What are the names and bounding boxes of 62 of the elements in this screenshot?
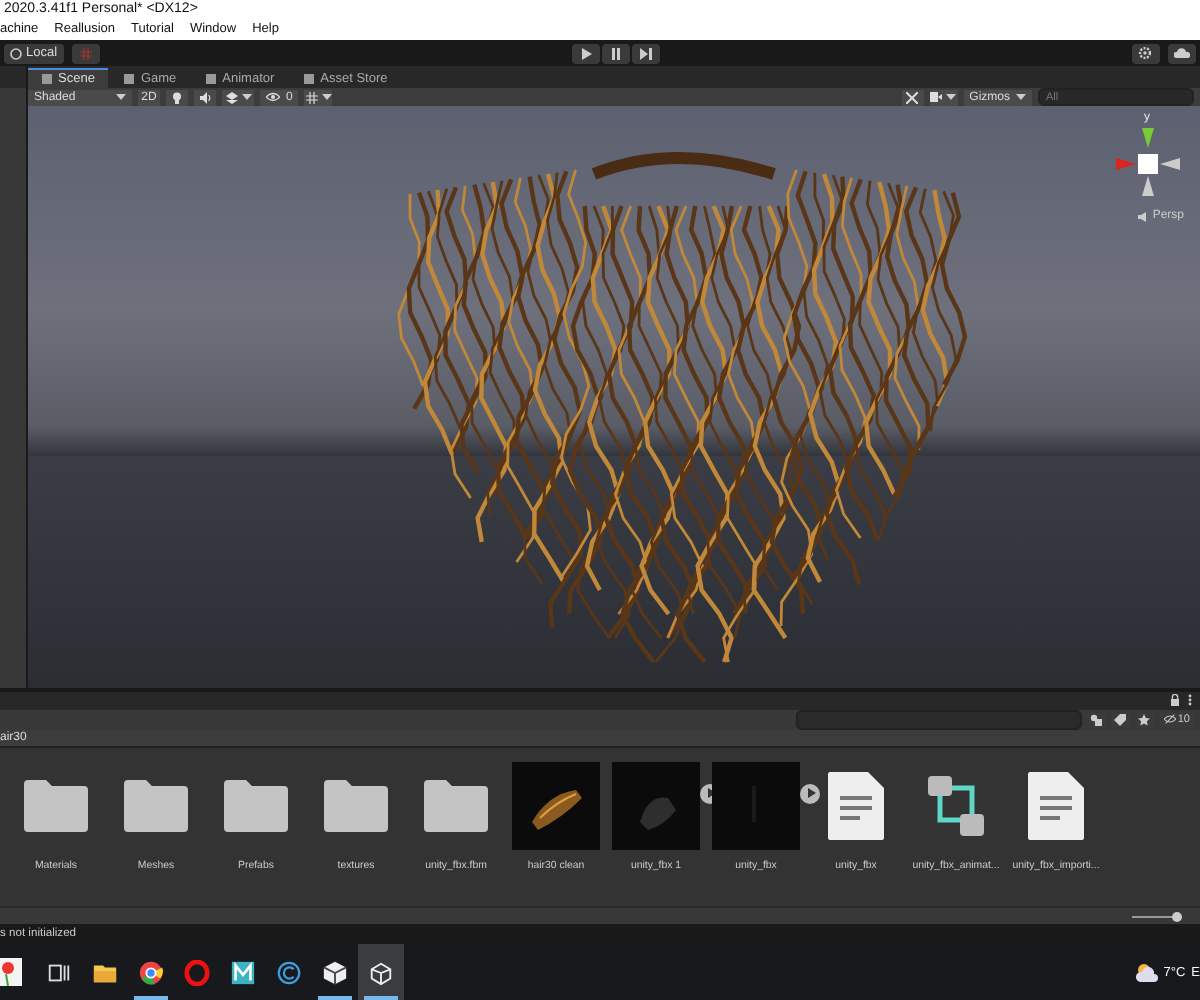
step-button[interactable] [631,43,660,63]
caret-icon [946,94,957,100]
effects-dropdown[interactable] [222,89,254,105]
weather-icon [1133,962,1158,982]
hidden-eye-icon [1163,714,1176,725]
caret-icon [241,94,251,100]
cube-icon [322,959,348,985]
filter-label-button[interactable] [1111,711,1130,728]
grid-icon [305,91,318,103]
settings-icon [1138,46,1153,60]
browser-icon [138,959,164,985]
play-icon [805,788,815,799]
task-view-icon [46,959,72,985]
expand-button[interactable] [800,783,820,804]
shapes-icon [1090,713,1103,726]
ring-icon [184,959,210,985]
model-preview-icon [512,761,600,850]
grid-dropdown[interactable] [304,89,333,105]
grid-icon [79,47,92,59]
model-preview-icon [612,761,700,850]
folder-icon [422,777,490,834]
layers-icon [225,91,237,103]
search-field[interactable] [795,709,1082,730]
cloud-button[interactable] [1167,43,1196,63]
letter-m-icon [230,959,256,985]
globe-icon [10,47,22,59]
play-icon [579,47,592,59]
bulb-icon [172,91,182,103]
folder-icon [22,777,90,834]
document-icon [1026,769,1086,842]
caret-icon [321,94,332,100]
cloud-icon [1173,48,1190,58]
play-button[interactable] [571,43,600,63]
lock-icon[interactable] [1170,694,1180,707]
document-icon [826,769,886,842]
folder-icon [222,777,290,834]
step-icon [639,47,652,59]
slider-thumb[interactable] [1171,911,1182,921]
animator-controller-icon [922,771,990,840]
pause-button[interactable] [601,43,630,63]
speaker-icon [199,91,211,103]
caret-icon [116,94,126,100]
crossed-tools-icon [906,91,919,103]
flower-icon[interactable] [0,958,22,986]
model-preview-icon [712,761,800,850]
settings-button[interactable] [1131,43,1160,63]
star-icon [1138,713,1151,726]
lighting-toggle[interactable] [166,89,188,105]
audio-toggle[interactable] [194,89,216,105]
eye-icon [266,92,280,102]
tools-button[interactable] [901,89,924,105]
cube-outline-icon [368,959,394,985]
folder-icon [322,777,390,834]
letter-c-icon [276,959,302,985]
camera-dropdown[interactable] [929,89,958,105]
taskbar-app[interactable] [358,944,404,1000]
folder-icon [122,777,190,834]
camera-icon [930,92,943,102]
speaker-icon [1138,211,1149,221]
pause-icon [609,47,622,59]
filter-type-button[interactable] [1087,711,1106,728]
caret-icon [1016,94,1026,100]
